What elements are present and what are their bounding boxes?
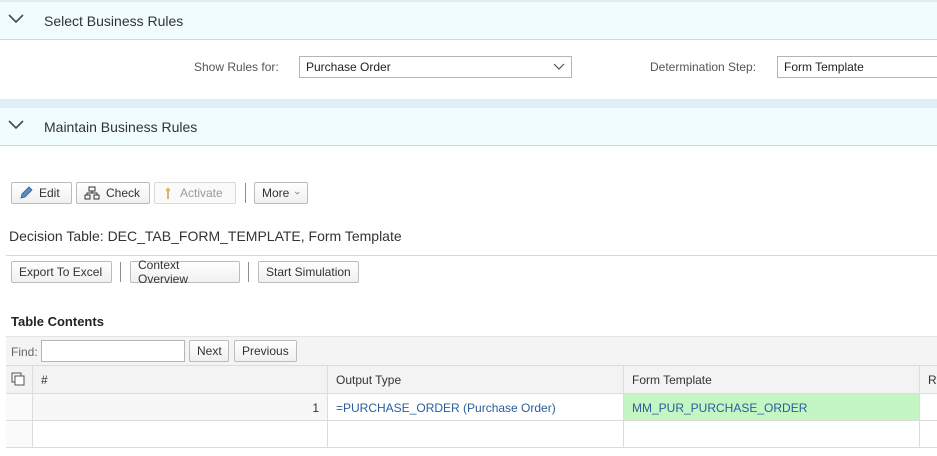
check-button[interactable]: Check	[76, 182, 150, 204]
decision-table-title: Decision Table: DEC_TAB_FORM_TEMPLATE, F…	[9, 228, 402, 244]
previous-button[interactable]: Previous	[234, 340, 297, 362]
check-hierarchy-icon	[84, 186, 100, 200]
row-number: 1	[33, 394, 328, 420]
determination-step-label: Determination Step:	[650, 60, 757, 74]
section-divider	[0, 99, 937, 108]
previous-label: Previous	[242, 344, 289, 358]
export-to-excel-button[interactable]: Export To Excel	[11, 261, 112, 283]
select-all-cell[interactable]	[6, 366, 33, 393]
column-header-extra[interactable]: R	[920, 366, 937, 393]
show-rules-value: Purchase Order	[306, 60, 391, 74]
find-input[interactable]	[41, 340, 185, 362]
form-template-cell[interactable]: MM_PUR_PURCHASE_ORDER	[624, 394, 920, 420]
activate-button[interactable]: Activate	[154, 182, 236, 204]
check-label: Check	[106, 186, 141, 200]
chevron-down-icon[interactable]	[8, 13, 24, 25]
table-row[interactable]	[6, 421, 937, 448]
select-business-rules-header[interactable]: Select Business Rules	[0, 2, 937, 40]
action-separator	[248, 262, 249, 282]
pencil-icon	[20, 186, 33, 199]
extra-cell[interactable]	[920, 421, 937, 447]
show-rules-select[interactable]: Purchase Order	[299, 56, 572, 78]
start-simulation-button[interactable]: Start Simulation	[258, 261, 359, 283]
edit-label: Edit	[39, 186, 60, 200]
more-button[interactable]: More	[254, 182, 308, 204]
column-header-output-type[interactable]: Output Type	[328, 366, 624, 393]
section-title-select: Select Business Rules	[44, 13, 184, 29]
extra-cell[interactable]	[920, 394, 937, 420]
row-number	[33, 421, 328, 447]
divider-line	[6, 255, 937, 256]
export-label: Export To Excel	[19, 265, 103, 279]
determination-step-select[interactable]: Form Template	[777, 56, 937, 78]
find-label: Find:	[11, 345, 38, 359]
context-overview-button[interactable]: Context Overview	[130, 258, 240, 286]
column-header-number[interactable]: #	[33, 366, 328, 393]
activate-icon	[166, 188, 170, 199]
maintain-business-rules-header[interactable]: Maintain Business Rules	[0, 108, 937, 146]
show-rules-label: Show Rules for:	[194, 60, 279, 74]
edit-button[interactable]: Edit	[11, 182, 72, 204]
row-selector[interactable]	[6, 421, 33, 447]
context-label: Context Overview	[138, 258, 189, 286]
toolbar-separator	[245, 183, 246, 203]
chevron-down-icon	[553, 63, 565, 70]
section-title-maintain: Maintain Business Rules	[44, 119, 198, 135]
output-type-cell[interactable]	[328, 421, 624, 447]
action-separator	[120, 262, 121, 282]
output-type-cell[interactable]: =PURCHASE_ORDER (Purchase Order)	[328, 394, 624, 420]
chevron-down-icon	[295, 191, 300, 195]
column-header-form-template[interactable]: Form Template	[624, 366, 920, 393]
determination-step-value: Form Template	[784, 60, 864, 74]
table-row[interactable]: 1 =PURCHASE_ORDER (Purchase Order) MM_PU…	[6, 394, 937, 421]
table-contents-title: Table Contents	[11, 314, 104, 329]
find-bar: Find: Next Previous	[6, 336, 937, 365]
row-selector[interactable]	[6, 394, 33, 420]
more-label: More	[262, 186, 290, 200]
copy-icon[interactable]	[11, 372, 25, 386]
next-button[interactable]: Next	[189, 340, 229, 362]
next-label: Next	[197, 344, 222, 358]
simulation-label: Start Simulation	[266, 265, 351, 279]
table-header-row: # Output Type Form Template R	[6, 365, 937, 394]
chevron-down-icon[interactable]	[8, 119, 24, 131]
activate-label: Activate	[180, 186, 223, 200]
form-template-cell[interactable]	[624, 421, 920, 447]
